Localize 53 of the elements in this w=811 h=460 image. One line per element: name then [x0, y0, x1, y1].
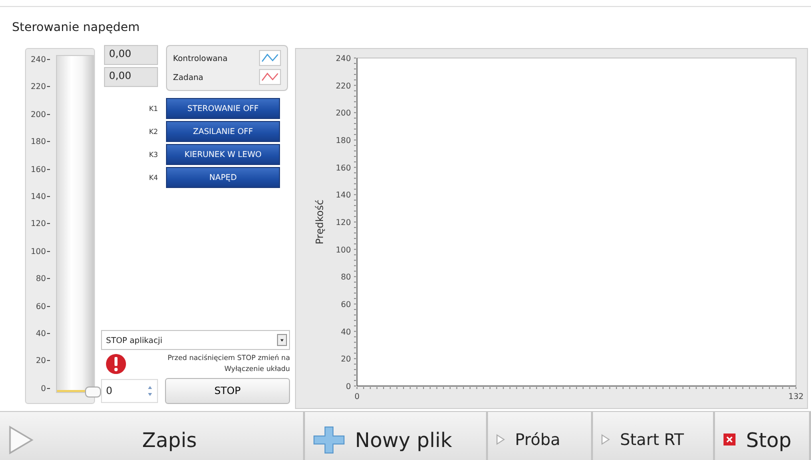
play-icon [8, 424, 34, 454]
scale-label: 200 [30, 110, 46, 119]
play-icon [496, 434, 505, 445]
y-tick-label: 220 [336, 81, 351, 90]
y-tick-label: 100 [336, 245, 351, 254]
x-tick-label: 0 [354, 392, 360, 401]
scale-label: 80 [36, 274, 46, 284]
y-tick-label: 0 [346, 382, 351, 391]
mode-dropdown[interactable]: STOP aplikacji [101, 330, 290, 350]
y-tick-label: 240 [336, 54, 351, 63]
scale-label: 220 [30, 82, 46, 92]
y-tick-label: 80 [340, 272, 351, 282]
plus-icon [313, 426, 345, 454]
x-tick-label: 132 [788, 392, 804, 401]
toggle-button[interactable]: ZASILANIE OFF [166, 121, 280, 142]
scale-label: 20 [36, 356, 46, 366]
scale-label: 140 [30, 192, 46, 202]
scale-label: 240 [30, 55, 46, 64]
window-title: Sterowanie napędem [12, 20, 140, 34]
y-tick-label: 160 [336, 163, 351, 172]
y-tick-label: 120 [336, 218, 351, 227]
warning-icon [105, 353, 127, 375]
y-tick-label: 180 [336, 136, 351, 145]
y-tick-label: 200 [336, 108, 351, 118]
y-tick-label: 20 [340, 354, 351, 364]
scale-label: 180 [30, 137, 46, 146]
toolbar-button[interactable]: Stop [715, 412, 811, 460]
scale-label: 40 [36, 329, 46, 338]
close-icon [723, 433, 736, 446]
play-icon [601, 434, 610, 445]
scale-label: 120 [30, 219, 46, 228]
scale-label: 160 [30, 164, 46, 174]
y-tick-label: 140 [336, 190, 351, 200]
toolbar-button[interactable]: Zapis [0, 412, 305, 460]
numeric-input[interactable]: 0 [101, 379, 158, 403]
y-axis-label: Prędkość [315, 200, 326, 244]
toggle-button[interactable]: KIERUNEK W LEWO [166, 144, 280, 165]
y-tick-label: 60 [340, 300, 351, 309]
legend-label: Kontrolowana [173, 54, 228, 62]
toolbar-button[interactable]: Start RT [593, 412, 715, 460]
numeric-display: 0,00 [104, 45, 158, 65]
toolbar-button[interactable]: Próba [488, 412, 593, 460]
toggle-button[interactable]: STEROWANIE OFF [166, 98, 280, 119]
numeric-display: 0,00 [104, 67, 158, 87]
legend-label: Zadana [173, 72, 204, 82]
y-tick-label: 40 [340, 327, 351, 336]
stop-button[interactable]: STOP [165, 378, 290, 404]
slider-thumb[interactable] [85, 386, 101, 398]
toolbar-button[interactable]: Nowy plik [305, 412, 488, 460]
toggle-button[interactable]: NAPĘD [166, 167, 280, 188]
scale-label: 100 [30, 246, 46, 256]
scale-label: 60 [36, 302, 46, 311]
scale-label: 0 [40, 384, 46, 393]
